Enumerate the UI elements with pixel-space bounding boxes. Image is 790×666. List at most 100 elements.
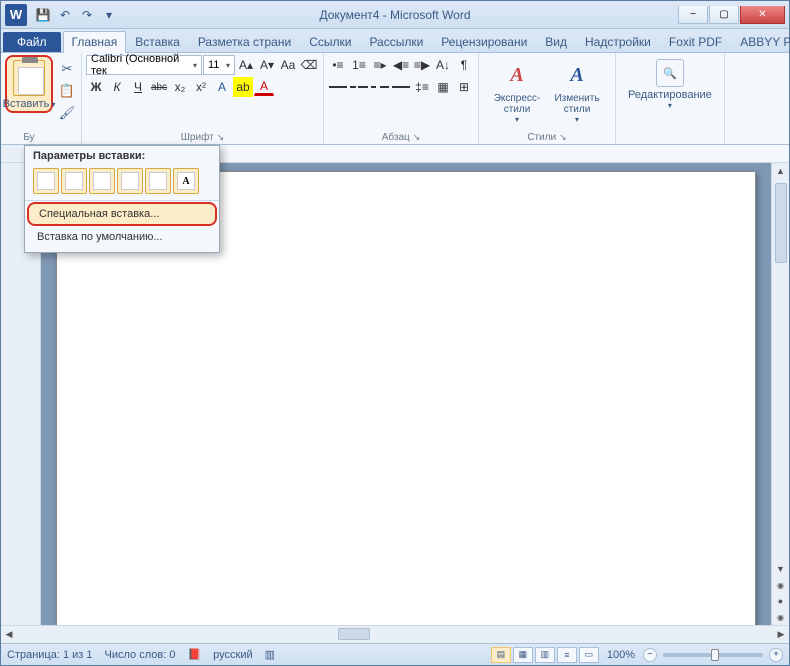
- superscript-button[interactable]: x²: [191, 77, 211, 97]
- grow-font-button[interactable]: A▴: [236, 55, 256, 75]
- bullets-button[interactable]: •≡: [328, 55, 348, 75]
- next-page-button[interactable]: ◉: [773, 609, 789, 625]
- tab-insert[interactable]: Вставка: [126, 31, 189, 52]
- tab-addins[interactable]: Надстройки: [576, 31, 660, 52]
- tab-mailings[interactable]: Рассылки: [360, 31, 432, 52]
- tab-home[interactable]: Главная: [63, 31, 127, 53]
- paste-merge-format-button[interactable]: [61, 168, 87, 194]
- strike-button[interactable]: abc: [149, 77, 169, 97]
- paste-special-menuitem[interactable]: Специальная вставка...: [27, 202, 217, 226]
- tab-foxit[interactable]: Foxit PDF: [660, 31, 731, 52]
- browse-object-button[interactable]: ●: [773, 593, 789, 609]
- spellcheck-status[interactable]: 📕: [187, 648, 201, 661]
- align-center-button[interactable]: [349, 77, 369, 97]
- window-controls: − ▢ ✕: [678, 6, 789, 24]
- font-group: Calibri (Основной тек▾ 11▾ A▴ A▾ Aa ⌫ Ж …: [82, 53, 324, 144]
- styles-dialog-launcher[interactable]: ↘: [559, 132, 567, 143]
- qat-customize-button[interactable]: ▾: [99, 5, 119, 25]
- tab-view[interactable]: Вид: [536, 31, 576, 52]
- page-status[interactable]: Страница: 1 из 1: [7, 649, 93, 661]
- scroll-left-button[interactable]: ◀: [1, 627, 17, 643]
- tab-layout[interactable]: Разметка страни: [189, 31, 300, 52]
- clear-format-button[interactable]: ⌫: [299, 55, 319, 75]
- multilevel-button[interactable]: ≡▸: [370, 55, 390, 75]
- styles-group-label: Стили ↘: [483, 131, 611, 144]
- tab-review[interactable]: Рецензировани: [432, 31, 536, 52]
- undo-button[interactable]: ↶: [55, 5, 75, 25]
- maximize-button[interactable]: ▢: [709, 6, 739, 24]
- reading-view-button[interactable]: ▦: [513, 647, 533, 663]
- vertical-scrollbar[interactable]: ▲ ▼ ◉ ● ◉: [771, 163, 789, 625]
- paste-link-button[interactable]: [117, 168, 143, 194]
- print-layout-view-button[interactable]: ▤: [491, 647, 511, 663]
- paragraph-group-label: Абзац ↘: [328, 131, 474, 144]
- zoom-out-button[interactable]: −: [643, 648, 657, 662]
- minimize-button[interactable]: −: [678, 6, 708, 24]
- borders-button[interactable]: ⊞: [454, 77, 474, 97]
- paste-default-menuitem[interactable]: Вставка по умолчанию...: [27, 227, 217, 247]
- shrink-font-button[interactable]: A▾: [257, 55, 277, 75]
- text-effects-button[interactable]: A: [212, 77, 232, 97]
- copy-button[interactable]: 📋: [57, 81, 77, 101]
- file-tab[interactable]: Файл: [3, 32, 61, 52]
- word-count-status[interactable]: Число слов: 0: [105, 649, 176, 661]
- highlight-button[interactable]: ab: [233, 77, 253, 97]
- tab-abbyy[interactable]: ABBYY PDF Trans: [731, 31, 790, 52]
- format-painter-button[interactable]: 🖌: [57, 103, 77, 123]
- scroll-down-button[interactable]: ▼: [773, 561, 789, 577]
- language-status[interactable]: русский: [213, 649, 252, 661]
- decrease-indent-button[interactable]: ◀≡: [391, 55, 411, 75]
- subscript-button[interactable]: x₂: [170, 77, 190, 97]
- font-name-combo[interactable]: Calibri (Основной тек▾: [86, 55, 202, 75]
- zoom-handle[interactable]: [711, 649, 719, 661]
- paste-options-row: A: [25, 166, 219, 201]
- font-size-combo[interactable]: 11▾: [203, 55, 235, 75]
- horizontal-scrollbar[interactable]: ◀ ▶: [1, 625, 789, 643]
- align-right-button[interactable]: [370, 77, 390, 97]
- shading-button[interactable]: ▦: [433, 77, 453, 97]
- quick-styles-icon: A: [501, 59, 533, 91]
- zoom-level[interactable]: 100%: [607, 649, 635, 661]
- paste-keep-source-button[interactable]: [33, 168, 59, 194]
- italic-button[interactable]: К: [107, 77, 127, 97]
- scroll-right-button[interactable]: ▶: [773, 627, 789, 643]
- scroll-thumb[interactable]: [775, 183, 787, 263]
- web-view-button[interactable]: ▥: [535, 647, 555, 663]
- paragraph-dialog-launcher[interactable]: ↘: [413, 132, 421, 143]
- zoom-slider[interactable]: [663, 653, 763, 657]
- hscroll-thumb[interactable]: [338, 628, 370, 640]
- font-color-button[interactable]: A: [254, 79, 274, 96]
- show-marks-button[interactable]: ¶: [454, 55, 474, 75]
- align-left-button[interactable]: [328, 77, 348, 97]
- bold-button[interactable]: Ж: [86, 77, 106, 97]
- zoom-in-button[interactable]: +: [769, 648, 783, 662]
- prev-page-button[interactable]: ◉: [773, 577, 789, 593]
- status-right: ▤ ▦ ▥ ≡ ▭ 100% − +: [491, 647, 783, 663]
- save-button[interactable]: 💾: [33, 5, 53, 25]
- paste-picture-button[interactable]: [145, 168, 171, 194]
- justify-button[interactable]: [391, 77, 411, 97]
- paste-split-button[interactable]: Вставить▾: [5, 55, 53, 113]
- tab-references[interactable]: Ссылки: [300, 31, 360, 52]
- change-case-button[interactable]: Aa: [278, 55, 298, 75]
- cut-button[interactable]: ✂: [57, 59, 77, 79]
- paste-text-only-button[interactable]: A: [173, 168, 199, 194]
- redo-button[interactable]: ↷: [77, 5, 97, 25]
- sort-button[interactable]: A↓: [433, 55, 453, 75]
- paste-use-dest-button[interactable]: [89, 168, 115, 194]
- increase-indent-button[interactable]: ≡▶: [412, 55, 432, 75]
- close-button[interactable]: ✕: [740, 6, 785, 24]
- change-styles-button[interactable]: A Изменить стили▾: [549, 59, 605, 124]
- quick-styles-button[interactable]: A Экспресс-стили▾: [489, 59, 545, 124]
- ribbon: Вставить▾ Бу ✂ 📋 🖌 Calibri (Основной тек…: [1, 53, 789, 145]
- numbering-button[interactable]: 1≡: [349, 55, 369, 75]
- chevron-down-icon: ▾: [226, 61, 230, 70]
- line-spacing-button[interactable]: ‡≡: [412, 77, 432, 97]
- editing-button[interactable]: 🔍 Редактирование▾: [620, 55, 720, 110]
- insert-mode-status[interactable]: ▥: [265, 648, 275, 661]
- draft-view-button[interactable]: ▭: [579, 647, 599, 663]
- outline-view-button[interactable]: ≡: [557, 647, 577, 663]
- font-dialog-launcher[interactable]: ↘: [217, 132, 225, 143]
- underline-button[interactable]: Ч: [128, 77, 148, 97]
- scroll-up-button[interactable]: ▲: [773, 163, 789, 179]
